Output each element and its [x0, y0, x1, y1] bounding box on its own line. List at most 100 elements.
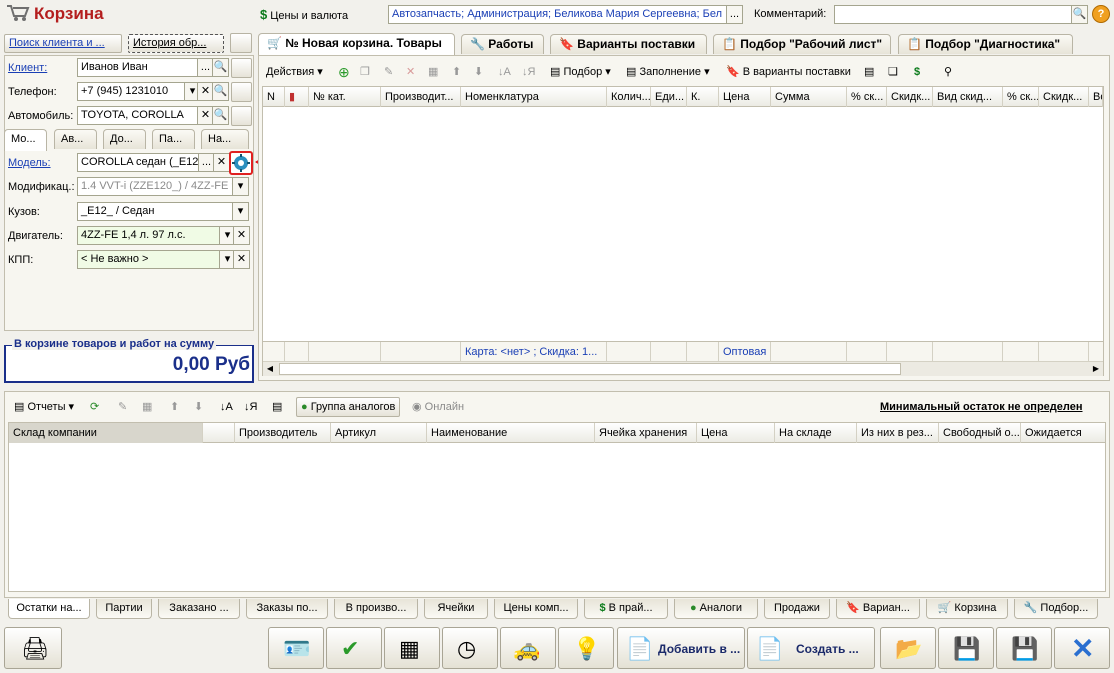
- sort-desc2-icon[interactable]: ↓Я: [244, 397, 257, 417]
- actions-menu[interactable]: Действия ▾: [266, 62, 323, 82]
- kpp-field[interactable]: < Не важно >: [77, 250, 220, 269]
- schedule-button[interactable]: ◷: [442, 627, 498, 669]
- col-manufacturer[interactable]: Производит...: [381, 87, 461, 107]
- btab-production[interactable]: В произво...: [334, 599, 418, 619]
- podbor-menu[interactable]: ▤ Подбор ▾: [550, 62, 611, 82]
- save-and-close-button[interactable]: 💾: [938, 627, 994, 669]
- save-row-icon[interactable]: ▦: [428, 62, 438, 82]
- refresh-icon[interactable]: ⟳: [90, 397, 99, 417]
- col-unit[interactable]: Еди...: [651, 87, 687, 107]
- col-free[interactable]: Свободный о...: [939, 423, 1021, 443]
- close-button[interactable]: ✕: [1054, 627, 1110, 669]
- zapolnenie-menu[interactable]: ▤ Заполнение ▾: [626, 62, 710, 82]
- subtab-settings[interactable]: На...: [201, 129, 249, 149]
- body-dropdown-icon[interactable]: ▾: [232, 202, 249, 221]
- car-garage-icon[interactable]: [231, 106, 252, 126]
- online-button[interactable]: ◉ Онлайн: [412, 397, 464, 417]
- btab-ordered[interactable]: Заказано ...: [158, 599, 240, 619]
- col-more[interactable]: Во: [1089, 87, 1103, 107]
- filter-icon[interactable]: ▤: [272, 397, 282, 417]
- sort-asc2-icon[interactable]: ↓A: [220, 397, 233, 417]
- up2-icon[interactable]: ⬆: [170, 397, 179, 417]
- print-button[interactable]: 🖨: [4, 627, 62, 669]
- col-discount-type[interactable]: Вид скид...: [933, 87, 1003, 107]
- model-catalog-button[interactable]: [229, 151, 253, 175]
- btab-podbor[interactable]: 🔧 Подбор...: [1014, 599, 1098, 619]
- tab-variants[interactable]: 🔖 Варианты поставки: [550, 34, 707, 54]
- client-label[interactable]: Клиент:: [8, 62, 47, 74]
- col-flag[interactable]: ▮: [285, 87, 309, 107]
- col-in-stock[interactable]: На складе: [775, 423, 857, 443]
- col-nomenclature[interactable]: Номенклатура: [461, 87, 607, 107]
- model-field[interactable]: COROLLA седан (_E12_: [77, 153, 199, 172]
- client-field[interactable]: Иванов Иван: [77, 58, 198, 77]
- tab-cart-goods[interactable]: 🛒 № Новая корзина. Товары: [258, 33, 455, 55]
- model-label[interactable]: Модель:: [8, 157, 51, 169]
- tab-diagnostics[interactable]: 📋 Подбор "Диагностика": [898, 34, 1073, 54]
- btab-sales[interactable]: Продажи: [764, 599, 830, 619]
- down2-icon[interactable]: ⬇: [194, 397, 203, 417]
- reports-menu[interactable]: ▤ Отчеты ▾: [14, 397, 74, 417]
- tab-worksheet[interactable]: 📋 Подбор "Рабочий лист": [713, 34, 891, 54]
- btab-batches[interactable]: Партии: [96, 599, 152, 619]
- col-cell[interactable]: Ячейка хранения: [595, 423, 697, 443]
- search-client-button[interactable]: Поиск клиента и ...: [4, 34, 122, 53]
- sort-desc-icon[interactable]: ↓Я: [522, 62, 535, 82]
- phone-search-icon[interactable]: 🔍: [212, 82, 229, 101]
- col-discount-pct-2[interactable]: % ск...: [1003, 87, 1039, 107]
- col-n[interactable]: N: [263, 87, 285, 107]
- footer-card[interactable]: Карта: <нет> ; Скидка: 1...: [461, 342, 607, 362]
- col-discount-2[interactable]: Скидк...: [1039, 87, 1089, 107]
- col-price[interactable]: Цена: [719, 87, 771, 107]
- col-sum[interactable]: Сумма: [771, 87, 847, 107]
- scroll-left-icon[interactable]: ◀: [263, 362, 277, 376]
- col-name[interactable]: Наименование: [427, 423, 595, 443]
- btab-cart[interactable]: 🛒 Корзина: [926, 599, 1008, 619]
- model-clear-icon[interactable]: ✕: [213, 153, 230, 172]
- taxi-button[interactable]: 🚕: [500, 627, 556, 669]
- save2-icon[interactable]: ▦: [142, 397, 152, 417]
- kpp-clear-icon[interactable]: ✕: [233, 250, 250, 269]
- engine-clear-icon[interactable]: ✕: [233, 226, 250, 245]
- modif-field[interactable]: 1.4 VVT-i (ZZE120_) / 4ZZ-FE 9: [77, 177, 233, 196]
- subtab-doc[interactable]: До...: [103, 129, 146, 149]
- col-cat-no[interactable]: № кат.: [309, 87, 381, 107]
- scroll-thumb[interactable]: [279, 363, 901, 375]
- min-stock-link[interactable]: Минимальный остаток не определен: [880, 397, 1083, 417]
- checkout-button[interactable]: ✔: [326, 627, 382, 669]
- tab-works[interactable]: 🔧 Работы: [461, 34, 544, 54]
- list-settings-icon[interactable]: ▤: [864, 62, 874, 82]
- btab-variants[interactable]: 🔖 Вариан...: [836, 599, 920, 619]
- footer-price-type[interactable]: Оптовая: [719, 342, 771, 362]
- folder-new-icon[interactable]: [230, 33, 252, 53]
- copy-icon[interactable]: ❐: [360, 62, 370, 82]
- btab-stock[interactable]: Остатки на...: [8, 599, 90, 619]
- btab-analogs[interactable]: ● Аналоги: [674, 599, 758, 619]
- organization-select-button[interactable]: ...: [726, 5, 743, 24]
- col-discount[interactable]: Скидк...: [887, 87, 933, 107]
- comment-search-icon[interactable]: 🔍: [1071, 5, 1088, 24]
- engine-field[interactable]: 4ZZ-FE 1,4 л. 97 л.с.: [77, 226, 220, 245]
- move-up-icon[interactable]: ⬆: [452, 62, 461, 82]
- phone-call-icon[interactable]: [231, 82, 252, 102]
- col-k[interactable]: К.: [687, 87, 719, 107]
- add-to-button[interactable]: 📄 Добавить в ...: [617, 627, 745, 669]
- col-article[interactable]: Артикул: [331, 423, 427, 443]
- car-search-icon[interactable]: 🔍: [212, 106, 229, 125]
- copy-columns-icon[interactable]: ❏: [888, 62, 898, 82]
- history-button[interactable]: История обр...: [128, 34, 224, 53]
- col-reserved[interactable]: Из них в рез...: [857, 423, 939, 443]
- modif-dropdown-icon[interactable]: ▾: [232, 177, 249, 196]
- col-price2[interactable]: Цена: [697, 423, 775, 443]
- col-discount-pct[interactable]: % ск...: [847, 87, 887, 107]
- col-producer[interactable]: Производитель: [235, 423, 331, 443]
- edit-icon[interactable]: ✎: [384, 62, 393, 82]
- delete-icon[interactable]: ✕: [406, 62, 415, 82]
- hint-button[interactable]: 💡: [558, 627, 614, 669]
- col-expected[interactable]: Ожидается: [1021, 423, 1105, 443]
- comment-field[interactable]: [834, 5, 1072, 24]
- analogs-group-button[interactable]: ● Группа аналогов: [296, 397, 401, 417]
- create-button[interactable]: 📄 Создать ...: [747, 627, 875, 669]
- client-card-button[interactable]: 🪪: [268, 627, 324, 669]
- btab-cells[interactable]: Ячейки: [424, 599, 488, 619]
